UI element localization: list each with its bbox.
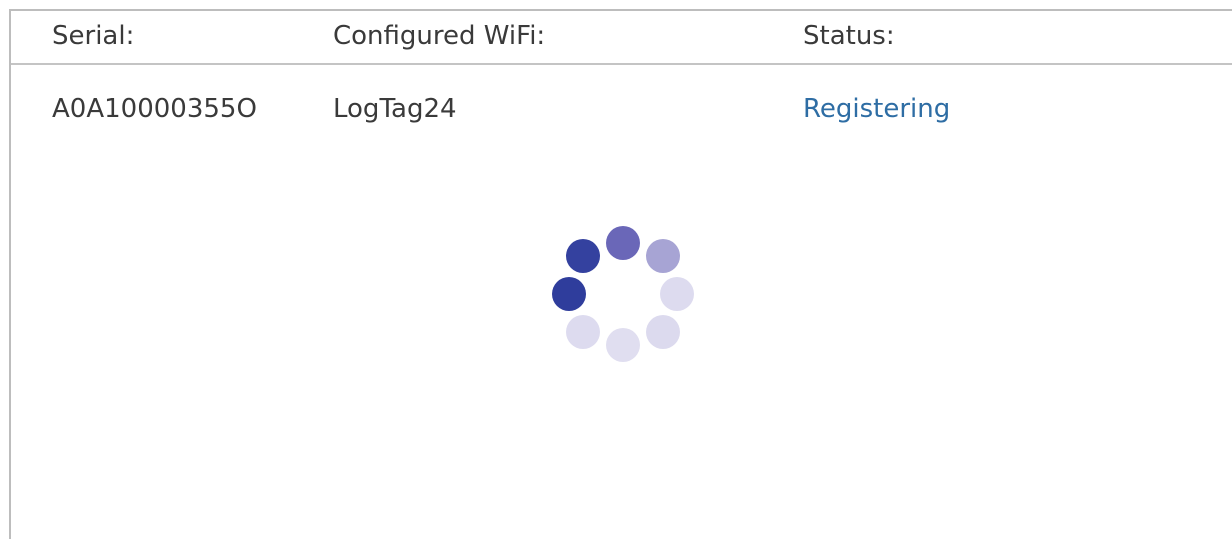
table-row: A0A10000355O LogTag24 Registering	[11, 65, 1232, 145]
wifi-cell: LogTag24	[333, 94, 457, 124]
configured-wifi-column-header: Configured WiFi:	[333, 21, 546, 51]
status-column-header: Status:	[803, 21, 895, 51]
table-header-row: Serial: Configured WiFi: Status:	[11, 11, 1232, 65]
status-cell: Registering	[803, 94, 951, 124]
serial-column-header: Serial:	[52, 21, 135, 51]
serial-cell: A0A10000355O	[52, 94, 257, 124]
device-registration-panel: Serial: Configured WiFi: Status: A0A1000…	[9, 9, 1232, 539]
